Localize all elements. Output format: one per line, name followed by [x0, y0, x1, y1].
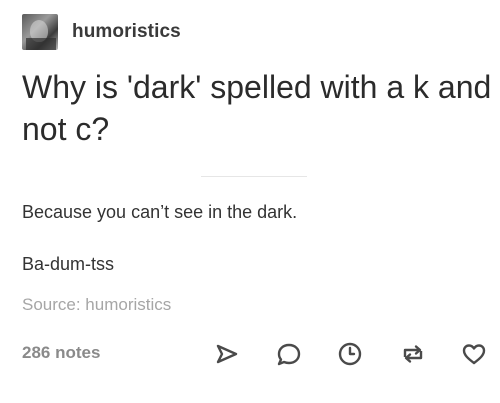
queue-button[interactable]: [336, 340, 364, 368]
notes-count[interactable]: 286 notes: [22, 343, 100, 363]
heart-icon: [462, 344, 486, 365]
post-footer: 286 notes: [22, 340, 488, 368]
share-button[interactable]: [213, 340, 241, 368]
reply-button[interactable]: [275, 340, 303, 368]
body-line: Ba-dum-tss: [22, 254, 115, 274]
share-arrow-icon: [216, 344, 238, 364]
source-link[interactable]: Source: humoristics: [22, 295, 171, 315]
reblog-button[interactable]: [399, 340, 427, 368]
reply-bubble-icon: [277, 343, 301, 366]
avatar[interactable]: [22, 14, 58, 50]
body-line: Because you can’t see in the dark.: [22, 202, 298, 222]
divider: [201, 176, 307, 177]
tumblr-post: humoristics Why is 'dark' spelled with a…: [0, 0, 500, 403]
clock-icon: [338, 342, 362, 366]
like-button[interactable]: [460, 340, 488, 368]
reblog-icon: [403, 345, 423, 363]
post-title: Why is 'dark' spelled with a k and not c…: [22, 69, 492, 147]
username[interactable]: humoristics: [72, 21, 181, 43]
post-header: humoristics: [22, 14, 181, 50]
